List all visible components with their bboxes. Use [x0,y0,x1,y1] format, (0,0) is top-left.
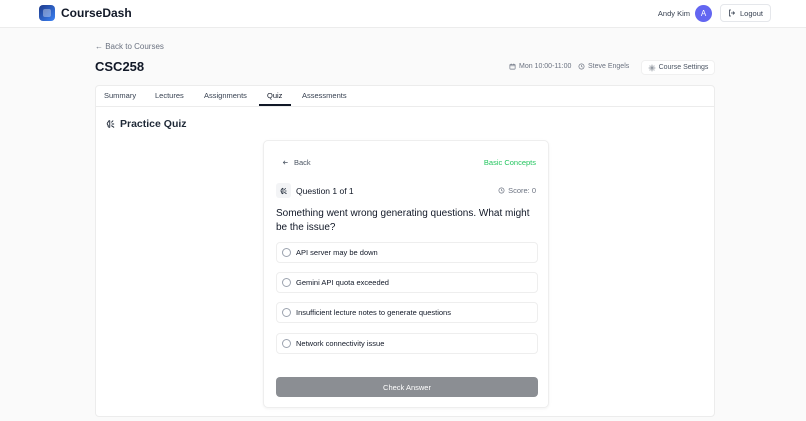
brand-name[interactable]: CourseDash [61,6,132,20]
tab-lectures[interactable]: Lectures [155,91,184,100]
course-tabs: Summary Lectures Assignments Quiz Assess… [96,86,714,107]
quiz-score: Score: 0 [498,186,536,195]
brain-icon [106,120,115,128]
answer-option[interactable]: API server may be down [276,242,538,263]
score-text: Score: 0 [508,186,536,195]
course-settings-button[interactable]: Course Settings [641,60,715,75]
arrow-left-icon [282,160,288,165]
tab-assignments[interactable]: Assignments [204,91,247,100]
app-logo-icon[interactable] [39,5,55,21]
answer-option[interactable]: Network connectivity issue [276,333,538,354]
course-code-title: CSC258 [95,59,145,74]
radio-button[interactable] [282,339,291,348]
tab-quiz[interactable]: Quiz [267,91,282,100]
quiz-back-label: Back [294,158,311,167]
answer-option[interactable]: Insufficient lecture notes to generate q… [276,302,538,323]
question-number: Question 1 of 1 [296,186,354,196]
question-text: Something went wrong generating question… [276,208,530,233]
avatar[interactable]: A [695,5,712,22]
answer-option-label: Network connectivity issue [296,339,385,348]
schedule-text: Mon 10:00-11:00 [519,63,572,70]
answer-option-label: Gemini API quota exceeded [296,278,389,287]
clock-icon [578,63,585,70]
instructor-text: Steve Engels [588,63,630,70]
course-panel: Summary Lectures Assignments Quiz Assess… [95,85,715,417]
active-tab-indicator [259,104,291,106]
answer-option-label: API server may be down [296,248,378,257]
radio-button[interactable] [282,248,291,257]
answer-option-label: Insufficient lecture notes to generate q… [296,308,451,317]
practice-quiz-heading: Practice Quiz [106,118,187,130]
top-navbar: CourseDash Andy Kim A Logout [0,0,806,28]
back-to-courses-link[interactable]: ← Back to Courses [95,42,164,51]
check-answer-button[interactable]: Check Answer [276,377,538,397]
question-icon-box [276,183,291,198]
answer-option[interactable]: Gemini API quota exceeded [276,272,538,293]
logout-label: Logout [740,8,763,18]
brain-icon [280,187,287,194]
practice-quiz-title: Practice Quiz [120,118,187,130]
logout-icon [729,9,736,17]
tab-summary[interactable]: Summary [104,91,136,100]
quiz-topic-badge: Basic Concepts [483,158,536,167]
quiz-card: Back Basic Concepts Question 1 of 1 Scor… [263,140,549,408]
radio-button[interactable] [282,278,291,287]
user-name: Andy Kim [657,9,690,18]
calendar-icon [509,63,516,70]
clock-icon [498,187,505,194]
course-settings-label: Course Settings [658,64,709,71]
logout-button[interactable]: Logout [720,4,771,22]
tab-assessments[interactable]: Assessments [302,91,347,100]
course-schedule: Mon 10:00-11:00 [509,63,571,70]
course-instructor: Steve Engels [578,63,629,70]
gear-icon [648,64,655,71]
quiz-back-button[interactable]: Back [282,158,311,167]
radio-button[interactable] [282,308,291,317]
